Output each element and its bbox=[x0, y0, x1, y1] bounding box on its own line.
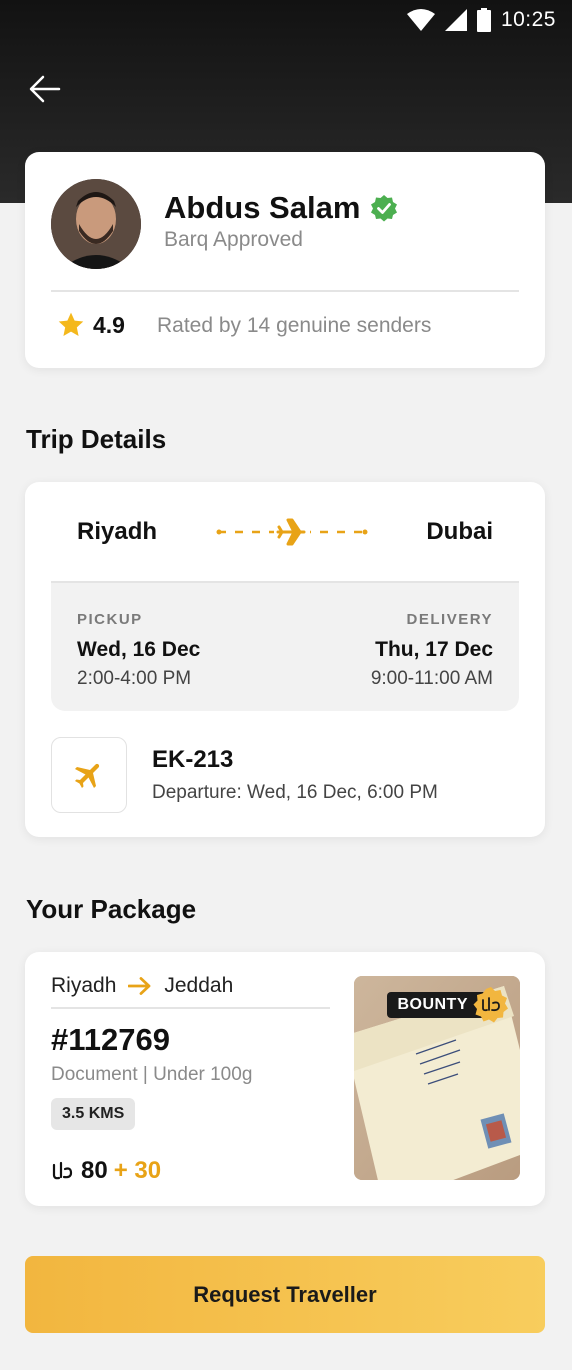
avatar bbox=[51, 179, 141, 269]
rating-value: 4.9 bbox=[93, 312, 125, 338]
rating-description: Rated by 14 genuine senders bbox=[156, 313, 432, 337]
divider bbox=[51, 1007, 330, 1009]
package-id: #112769 bbox=[51, 1022, 170, 1057]
your-package-heading: Your Package bbox=[26, 894, 197, 924]
delivery-info: DELIVERY Thu, 17 Dec 9:00-11:00 AM bbox=[371, 611, 493, 690]
trip-card: Riyadh Dubai PICKUP Wed, 16 Dec 2:00-4:0… bbox=[25, 482, 545, 837]
divider bbox=[51, 290, 519, 292]
bounty-badge: BOUNTY bbox=[387, 986, 510, 1024]
package-destination: Jeddah bbox=[164, 974, 234, 997]
package-card[interactable]: Riyadh Jeddah #112769 Document | Under 1… bbox=[25, 952, 545, 1206]
request-traveller-button[interactable]: Request Traveller bbox=[25, 1256, 545, 1333]
package-origin: Riyadh bbox=[51, 974, 117, 997]
flight-icon-box bbox=[51, 737, 127, 813]
bounty-seal-icon bbox=[473, 987, 508, 1023]
pickup-date: Wed, 16 Dec bbox=[77, 638, 201, 661]
riyal-icon bbox=[52, 1161, 73, 1180]
bonus-value: + 30 bbox=[113, 1157, 162, 1184]
pickup-time: 2:00-4:00 PM bbox=[77, 668, 192, 689]
arrow-left-icon bbox=[29, 75, 61, 103]
origin-city: Riyadh bbox=[77, 518, 158, 545]
rating-row: 4.9 Rated by 14 genuine senders bbox=[57, 312, 431, 339]
delivery-label: DELIVERY bbox=[406, 611, 493, 628]
destination-city: Dubai bbox=[426, 518, 493, 545]
pickup-label: PICKUP bbox=[77, 611, 143, 628]
trip-route: Riyadh Dubai bbox=[25, 482, 545, 582]
trip-details-heading: Trip Details bbox=[26, 424, 167, 454]
arrow-right-icon bbox=[128, 977, 151, 995]
airplane-icon bbox=[74, 763, 100, 789]
wifi-icon bbox=[406, 9, 435, 31]
distance-badge: 3.5 KMS bbox=[51, 1098, 136, 1130]
package-price: 80 + 30 bbox=[51, 1157, 161, 1185]
status-time: 10:25 bbox=[500, 8, 556, 31]
flight-departure: Departure: Wed, 16 Dec, 6:00 PM bbox=[152, 782, 438, 803]
signal-icon bbox=[444, 9, 467, 31]
battery-icon bbox=[476, 8, 491, 32]
approval-status: Barq Approved bbox=[164, 228, 303, 251]
package-type: Document | Under 100g bbox=[51, 1064, 253, 1085]
delivery-time: 9:00-11:00 AM bbox=[370, 668, 493, 689]
status-bar: 10:25 bbox=[406, 6, 556, 34]
flight-path-icon bbox=[216, 518, 368, 546]
pickup-info: PICKUP Wed, 16 Dec 2:00-4:00 PM bbox=[77, 611, 200, 690]
verified-badge-icon bbox=[371, 195, 398, 222]
star-icon bbox=[58, 312, 84, 336]
price-value: 80 bbox=[81, 1157, 108, 1184]
flight-number: EK-213 bbox=[152, 746, 234, 773]
package-image: BOUNTY bbox=[354, 976, 520, 1180]
trip-dates: PICKUP Wed, 16 Dec 2:00-4:00 PM DELIVERY… bbox=[51, 583, 519, 711]
traveller-card: Abdus Salam Barq Approved 4.9 Rated by 1… bbox=[25, 152, 545, 368]
package-route: Riyadh Jeddah bbox=[51, 974, 233, 998]
back-button[interactable] bbox=[26, 70, 64, 108]
traveller-name: Abdus Salam bbox=[164, 190, 361, 225]
delivery-date: Thu, 17 Dec bbox=[375, 638, 493, 661]
